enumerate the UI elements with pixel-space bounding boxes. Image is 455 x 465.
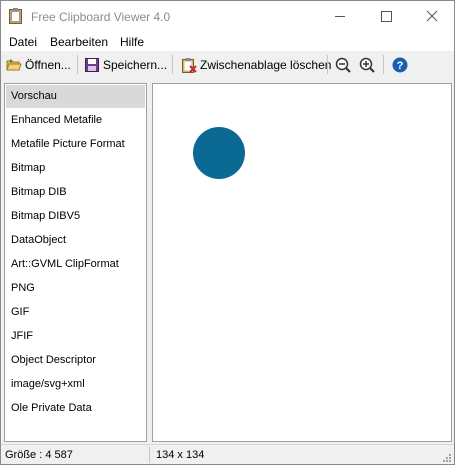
clear-clipboard-label: Zwischenablage löschen bbox=[200, 57, 332, 72]
menu-datei[interactable]: Datei bbox=[9, 35, 37, 49]
toolbar-separator bbox=[327, 55, 328, 74]
format-list-item[interactable]: JFIF bbox=[6, 325, 145, 348]
preview-pane bbox=[152, 83, 452, 442]
open-label: Öffnen... bbox=[25, 57, 71, 72]
zoom-out-icon bbox=[335, 57, 351, 73]
menu-hilfe[interactable]: Hilfe bbox=[120, 35, 144, 49]
format-list-item[interactable]: GIF bbox=[6, 301, 145, 324]
status-size: Größe : 4 587 bbox=[5, 449, 73, 461]
resize-grip-icon[interactable] bbox=[442, 453, 452, 463]
minimize-button[interactable] bbox=[317, 1, 363, 32]
menu-bar: Datei Bearbeiten Hilfe bbox=[1, 32, 454, 51]
status-separator bbox=[149, 447, 150, 463]
toolbar-separator bbox=[383, 55, 384, 74]
zoom-out-button[interactable] bbox=[335, 54, 354, 75]
format-list-item[interactable]: PNG bbox=[6, 277, 145, 300]
close-icon bbox=[426, 10, 438, 22]
format-list-item[interactable]: DataObject bbox=[6, 229, 145, 252]
format-list-item[interactable]: Bitmap DIB bbox=[6, 181, 145, 204]
status-bar: Größe : 4 587 134 x 134 bbox=[1, 444, 454, 464]
clear-clipboard-icon bbox=[182, 57, 197, 73]
svg-text:?: ? bbox=[397, 60, 404, 72]
close-button[interactable] bbox=[409, 1, 454, 32]
format-list-item[interactable]: Enhanced Metafile bbox=[6, 109, 145, 132]
preview-circle-image bbox=[193, 127, 245, 179]
help-button[interactable]: ? bbox=[392, 54, 411, 75]
title-bar[interactable]: Free Clipboard Viewer 4.0 bbox=[1, 1, 454, 32]
maximize-button[interactable] bbox=[363, 1, 409, 32]
format-list-item[interactable]: Object Descriptor bbox=[6, 349, 145, 372]
open-folder-icon bbox=[6, 58, 22, 70]
save-disk-icon bbox=[85, 57, 99, 72]
help-icon: ? bbox=[392, 57, 408, 72]
format-list-item[interactable]: Metafile Picture Format bbox=[6, 133, 145, 156]
minimize-icon bbox=[335, 16, 345, 17]
toolbar: Öffnen... Speichern... Zwischenablage lö… bbox=[1, 51, 454, 78]
app-window: Free Clipboard Viewer 4.0 Datei Bearbeit… bbox=[0, 0, 455, 465]
format-list-item[interactable]: Bitmap DIBV5 bbox=[6, 205, 145, 228]
format-list-item[interactable]: Art::GVML ClipFormat bbox=[6, 253, 145, 276]
format-list-item[interactable]: Ole Private Data bbox=[6, 397, 145, 420]
save-button[interactable]: Speichern... bbox=[84, 54, 167, 75]
zoom-in-icon bbox=[359, 57, 375, 73]
status-dimensions: 134 x 134 bbox=[156, 449, 205, 461]
toolbar-separator bbox=[172, 55, 173, 74]
menu-bearbeiten[interactable]: Bearbeiten bbox=[50, 35, 108, 49]
toolbar-separator bbox=[77, 55, 78, 74]
format-list-item[interactable]: image/svg+xml bbox=[6, 373, 145, 396]
format-list-item[interactable]: Vorschau bbox=[6, 85, 145, 108]
format-list-item[interactable]: Bitmap bbox=[6, 157, 145, 180]
format-list[interactable]: Vorschau Enhanced Metafile Metafile Pictur… bbox=[4, 83, 147, 442]
save-label: Speichern... bbox=[103, 57, 168, 72]
window-title: Free Clipboard Viewer 4.0 bbox=[31, 10, 171, 24]
preview-canvas bbox=[193, 127, 245, 179]
maximize-icon bbox=[381, 11, 392, 22]
zoom-in-button[interactable] bbox=[359, 54, 378, 75]
open-button[interactable]: Öffnen... bbox=[6, 54, 71, 75]
clipboard-app-icon bbox=[9, 8, 22, 24]
clear-clipboard-button[interactable]: Zwischenablage löschen bbox=[181, 54, 331, 75]
